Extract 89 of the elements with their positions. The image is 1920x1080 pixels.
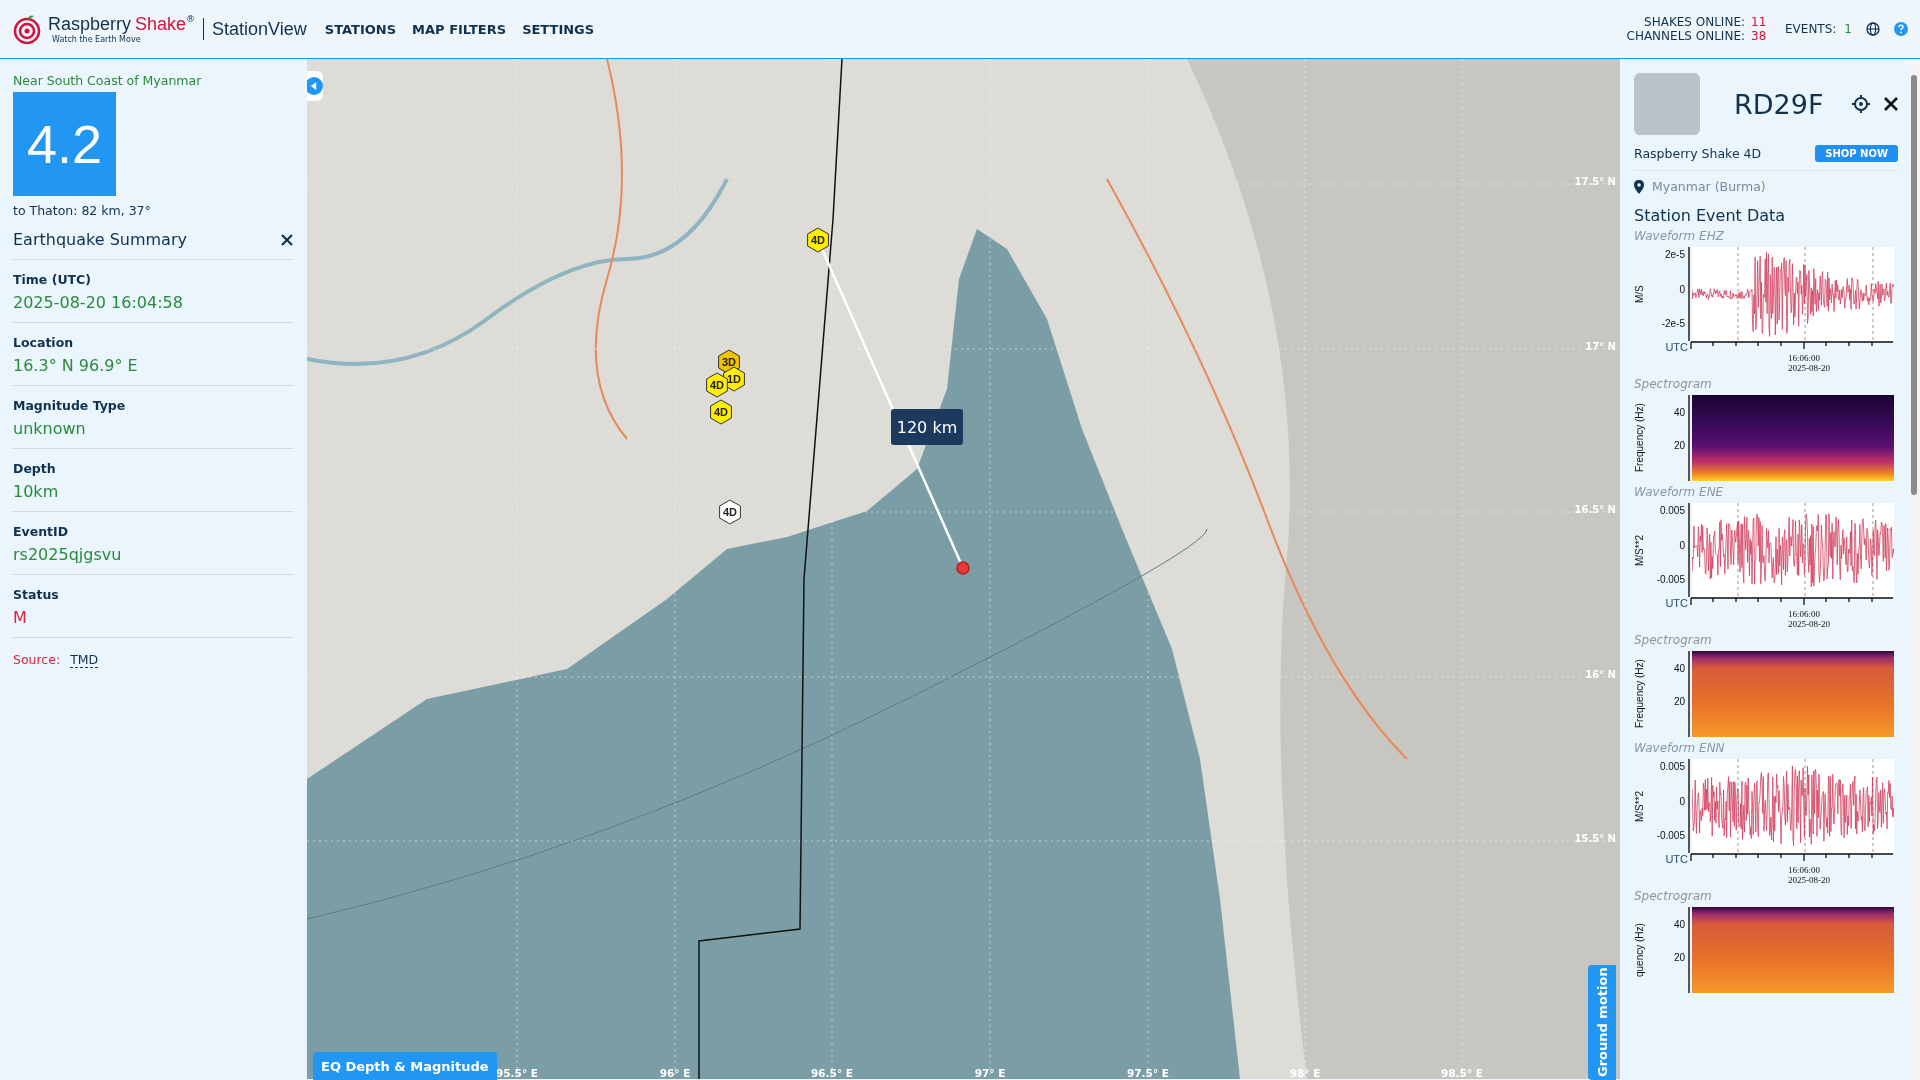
station-model: Raspberry Shake 4D — [1634, 146, 1762, 161]
field-value: unknown — [13, 419, 87, 438]
plot-title: Spectrogram — [1634, 633, 1713, 647]
longitude-label: 96° E — [659, 1067, 691, 1079]
tick-label: 16:06:00 — [1788, 865, 1821, 875]
field-label: Time (UTC) — [13, 272, 92, 287]
latitude-label: 16° N — [1585, 669, 1616, 680]
plot-title: Spectrogram — [1634, 377, 1713, 391]
registered-mark: ® — [186, 14, 196, 24]
tick-label: 40 — [1673, 407, 1685, 418]
stat-value: 38 — [1751, 29, 1767, 43]
tick-label: 2025-08-20 — [1788, 875, 1831, 885]
axis-label: Frequency (Hz) — [1634, 402, 1645, 475]
brand-accent: Shake — [135, 14, 187, 35]
field-label: Status — [13, 587, 60, 602]
tick-label: 40 — [1673, 663, 1685, 674]
nav-link[interactable]: SETTINGS — [522, 21, 595, 37]
tick-label: 2e-5 — [1665, 249, 1685, 260]
tick-label: 0.005 — [1659, 505, 1685, 516]
tick-label: -0.005 — [1656, 830, 1685, 841]
field-label: EventID — [13, 524, 70, 539]
field-value: rs2025qjgsvu — [13, 545, 123, 564]
axis-label: M/S**2 — [1634, 533, 1645, 568]
stat-value: 11 — [1751, 15, 1767, 29]
tick-label: 20 — [1673, 440, 1685, 451]
tick-label: 16:06:00 — [1788, 353, 1821, 363]
longitude-label: 95.5° E — [496, 1067, 538, 1079]
longitude-label: 98.5° E — [1441, 1067, 1483, 1079]
tick-label: 0 — [1679, 283, 1685, 295]
latitude-label: 17.5° N — [1574, 176, 1616, 187]
tick-label: 16:06:00 — [1788, 609, 1821, 619]
tick-label: 20 — [1673, 952, 1685, 963]
summary-title: Earthquake Summary — [13, 230, 187, 249]
tick-label: 0.005 — [1659, 761, 1685, 772]
tick-label: 0 — [1679, 795, 1685, 807]
plot-title: Waveform ENE — [1634, 485, 1725, 499]
app-name: StationView — [212, 18, 307, 40]
axis-label: M/S**2 — [1634, 789, 1645, 824]
tick-label: 20 — [1673, 696, 1685, 707]
section-title: Station Event Data — [1634, 206, 1787, 225]
longitude-label: 98° E — [1289, 1067, 1321, 1079]
field-value: 16.3° N 96.9° E — [13, 356, 139, 375]
field-label: Location — [13, 335, 75, 350]
tick-label: 2025-08-20 — [1788, 363, 1831, 373]
axis-label: Frequency (Hz) — [1634, 658, 1645, 731]
station-marker[interactable]: 4D — [807, 227, 829, 253]
field-value: 2025-08-20 16:04:58 — [13, 293, 184, 312]
axis-label: M/S — [1634, 284, 1645, 305]
nav-link[interactable]: MAP FILTERS — [412, 21, 507, 37]
tick-label: -2e-5 — [1661, 318, 1685, 329]
magnitude-badge: 4.2 — [13, 92, 116, 196]
stat-label: CHANNELS ONLINE: — [1626, 29, 1745, 43]
nav-link[interactable]: STATIONS — [324, 21, 397, 37]
station-marker[interactable]: 4D — [710, 399, 732, 425]
tagline: Watch the Earth Move — [52, 35, 142, 44]
axis-label: UTC — [1664, 597, 1689, 609]
latitude-label: 17° N — [1585, 341, 1616, 352]
station-marker[interactable]: 4D — [706, 372, 728, 398]
longitude-label: 97° E — [974, 1067, 1006, 1079]
field-label: Depth — [13, 461, 57, 476]
source-link[interactable]: TMD — [70, 652, 99, 668]
tick-label: -0.005 — [1656, 574, 1685, 585]
plot-title: Waveform EHZ — [1634, 229, 1725, 243]
tick-label: 0 — [1679, 539, 1685, 551]
station-marker[interactable]: 4D — [719, 499, 741, 525]
latitude-label: 16.5° N — [1574, 504, 1616, 515]
axis-label: UTC — [1664, 341, 1689, 353]
field-label: Magnitude Type — [13, 398, 127, 413]
distance-text: to Thaton: 82 km, 37° — [13, 203, 152, 218]
tick-label: 2025-08-20 — [1788, 619, 1831, 629]
tick-label: 40 — [1673, 919, 1685, 930]
axis-label: quency (Hz) — [1634, 922, 1645, 979]
axis-label: UTC — [1664, 853, 1689, 865]
longitude-label: 97.5° E — [1127, 1067, 1169, 1079]
stat-label: SHAKES ONLINE: — [1644, 15, 1745, 29]
source-label: Source: — [13, 652, 61, 668]
latitude-label: 15.5° N — [1574, 833, 1616, 844]
events-label: EVENTS: — [1785, 22, 1837, 36]
station-name: RD29F — [1734, 88, 1825, 120]
plot-title: Spectrogram — [1634, 889, 1713, 903]
events-count: 1 — [1844, 22, 1852, 36]
station-location: Myanmar (Burma) — [1652, 179, 1766, 194]
field-value: M — [13, 608, 28, 627]
field-value: 10km — [13, 482, 60, 501]
longitude-label: 96.5° E — [811, 1067, 853, 1079]
event-region: Near South Coast of Myanmar — [13, 73, 203, 88]
plot-title: Waveform ENN — [1634, 741, 1726, 755]
distance-label: 120 km — [891, 409, 963, 445]
brand-name: Raspberry — [48, 14, 132, 35]
